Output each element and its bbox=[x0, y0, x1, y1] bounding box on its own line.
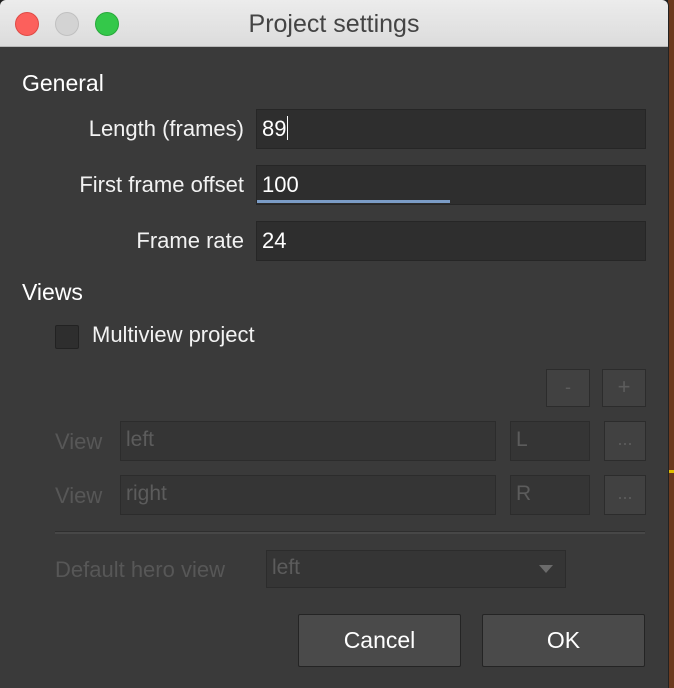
view-row-2-short-input[interactable]: R bbox=[510, 475, 590, 515]
project-settings-dialog: Project settings General Length (frames)… bbox=[0, 0, 668, 688]
first-frame-offset-input[interactable]: 100 bbox=[256, 165, 646, 205]
focus-indicator bbox=[257, 200, 450, 203]
frame-rate-input[interactable]: 24 bbox=[256, 221, 646, 261]
window-title: Project settings bbox=[248, 10, 420, 38]
background-strip bbox=[668, 0, 674, 688]
length-label: Length (frames) bbox=[88, 116, 244, 141]
view-row-1-label: View bbox=[55, 429, 103, 454]
chevron-down-icon bbox=[539, 565, 553, 573]
default-hero-view-value: left bbox=[272, 556, 301, 579]
frame-rate-value: 24 bbox=[262, 228, 287, 253]
cancel-button[interactable]: Cancel bbox=[298, 614, 461, 667]
ok-button[interactable]: OK bbox=[482, 614, 645, 667]
view-row-1-name-input[interactable]: left bbox=[120, 421, 496, 461]
text-caret bbox=[287, 116, 289, 140]
view-row-2-label: View bbox=[55, 483, 103, 508]
first-frame-offset-value: 100 bbox=[262, 172, 299, 197]
length-value: 89 bbox=[262, 116, 287, 141]
remove-view-button[interactable]: - bbox=[546, 369, 590, 407]
views-heading: Views bbox=[22, 279, 83, 305]
view-row-1-browse-button[interactable]: ... bbox=[604, 421, 646, 461]
multiview-label[interactable]: Multiview project bbox=[92, 322, 255, 348]
multiview-checkbox[interactable] bbox=[55, 325, 79, 349]
view-row-2-browse-button[interactable]: ... bbox=[604, 475, 646, 515]
general-heading: General bbox=[22, 70, 104, 96]
default-hero-view-select[interactable]: left bbox=[266, 550, 566, 588]
default-hero-view-label: Default hero view bbox=[55, 557, 225, 582]
length-input[interactable]: 89 bbox=[256, 109, 646, 149]
frame-rate-label: Frame rate bbox=[136, 228, 244, 253]
view-row-2-name-input[interactable]: right bbox=[120, 475, 496, 515]
title-bar: Project settings bbox=[0, 0, 668, 47]
add-view-button[interactable]: + bbox=[602, 369, 646, 407]
view-row-1-short-input[interactable]: L bbox=[510, 421, 590, 461]
divider bbox=[55, 531, 645, 534]
first-frame-offset-label: First frame offset bbox=[79, 172, 244, 197]
background-accent bbox=[668, 470, 674, 473]
